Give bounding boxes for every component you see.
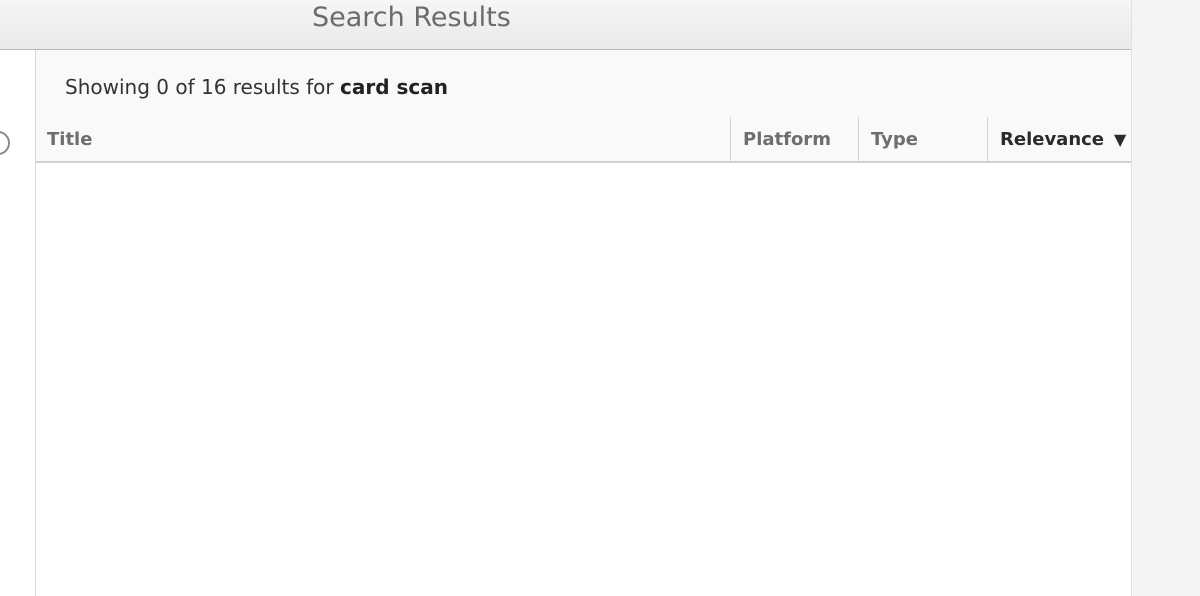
results-list [36, 163, 1131, 596]
sort-descending-icon: ▼ [1114, 130, 1127, 149]
column-header-type-label: Type [871, 129, 918, 150]
column-header-relevance[interactable]: Relevance ▼ [987, 117, 1131, 161]
right-gutter [1131, 0, 1200, 596]
results-summary: Showing 0 of 16 results for card scan [65, 75, 448, 99]
column-header-title[interactable]: Title [36, 117, 730, 161]
column-header-platform[interactable]: Platform [730, 117, 858, 161]
results-panel: Showing 0 of 16 results for card scan Ti… [36, 50, 1131, 596]
summary-bar: Showing 0 of 16 results for card scan [36, 50, 1131, 117]
window-title: Search Results [312, 2, 511, 33]
summary-prefix: Showing 0 of 16 results for [65, 75, 340, 99]
table-header: Title Platform Type Relevance ▼ [36, 117, 1131, 163]
back-circle-icon[interactable] [0, 131, 10, 155]
search-query: card scan [340, 75, 448, 99]
column-header-platform-label: Platform [743, 129, 831, 150]
titlebar: Search Results [0, 0, 1131, 50]
column-header-title-label: Title [47, 129, 93, 150]
search-results-window: Search Results Showing 0 of 16 results f… [0, 0, 1200, 596]
column-header-type[interactable]: Type [858, 117, 987, 161]
column-header-relevance-label: Relevance [1000, 129, 1105, 150]
left-sidebar [0, 50, 36, 596]
